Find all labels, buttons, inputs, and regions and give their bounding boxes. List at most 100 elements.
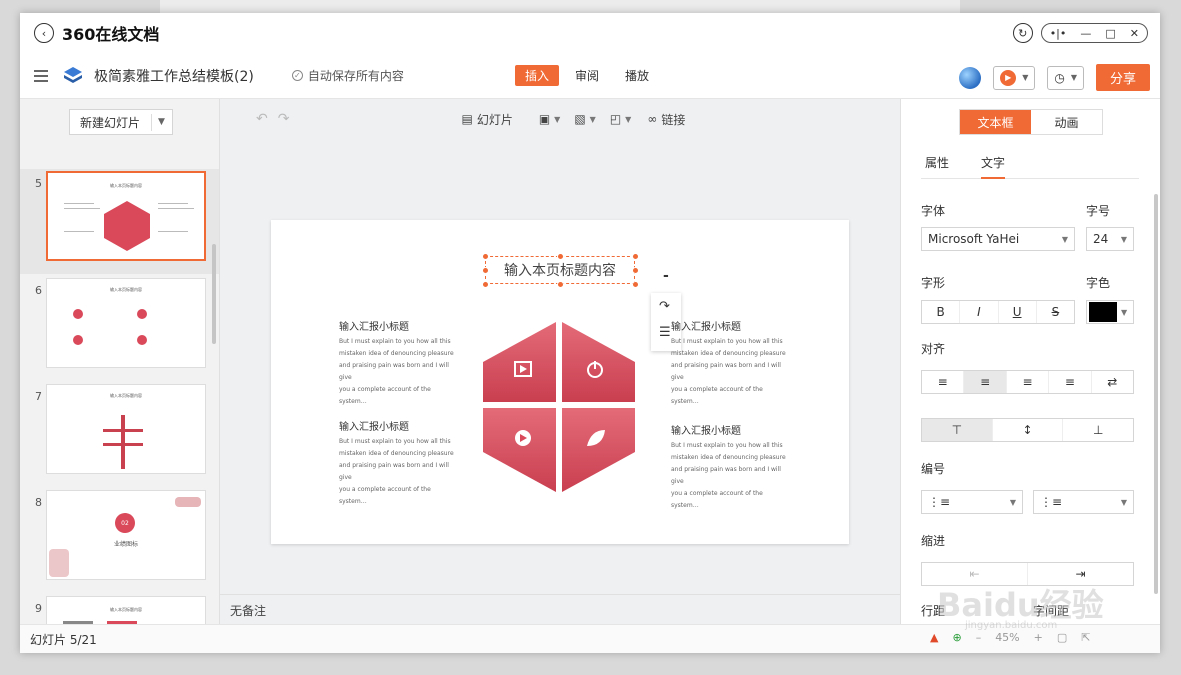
tab-play[interactable]: 播放	[615, 65, 659, 86]
speaker-notes[interactable]: 无备注	[220, 594, 900, 624]
image-tool[interactable]: ▧ ▼	[574, 112, 596, 126]
align-right-icon[interactable]: ≡	[1007, 371, 1050, 393]
color-swatch	[1089, 302, 1117, 322]
slide-thumbnail[interactable]: 输入本页标题内容	[46, 596, 206, 624]
thumbnail-row[interactable]: 8 02 业绩图标	[20, 488, 219, 593]
refresh-icon: ↻	[1018, 26, 1028, 40]
section-body[interactable]: But I must explain to you how all this m…	[671, 440, 791, 512]
refresh-button[interactable]: ↻	[1012, 23, 1033, 43]
thumbnail-row[interactable]: 5 输入本页标题内容	[20, 169, 219, 274]
zoom-in-icon[interactable]: +	[1034, 631, 1043, 644]
tab-insert[interactable]: 插入	[515, 65, 560, 86]
zoom-out-icon[interactable]: –	[976, 631, 982, 644]
slide-canvas[interactable]: 输入本页标题内容 - ↷ ☰ 输入汇报小标题 But I must explai…	[271, 220, 849, 544]
resize-handle[interactable]	[632, 253, 639, 260]
new-slide-button[interactable]: 新建幻灯片 ▼	[69, 109, 173, 135]
document-name[interactable]: 极简素雅工作总结模板(2)	[94, 66, 254, 86]
shape-tool[interactable]: ◰ ▼	[610, 112, 632, 126]
section-body[interactable]: But I must explain to you how all this m…	[671, 336, 791, 408]
tab-properties[interactable]: 属性	[925, 151, 949, 178]
hexagon-graphic[interactable]	[481, 322, 637, 494]
collapse-button[interactable]: -	[663, 268, 669, 284]
history-dropdown[interactable]: ◷ ▼	[1047, 65, 1084, 90]
thumbnail-scrollbar[interactable]	[212, 244, 216, 344]
hex-quadrant[interactable]	[562, 408, 635, 492]
section-heading[interactable]: 输入汇报小标题	[339, 418, 409, 433]
resize-handle[interactable]	[557, 253, 564, 260]
section-heading[interactable]: 输入汇报小标题	[339, 318, 409, 333]
slide-thumbnail[interactable]: 02 业绩图标	[46, 490, 206, 580]
slide-tool-button[interactable]: ▤ 幻灯片	[461, 111, 512, 128]
section-heading[interactable]: 输入汇报小标题	[671, 318, 741, 333]
strikethrough-button[interactable]: S	[1037, 301, 1074, 323]
align-justify-icon[interactable]: ≡	[1049, 371, 1092, 393]
acrobat-icon[interactable]: ▲	[930, 631, 938, 644]
tab-animation[interactable]: 动画	[1031, 110, 1102, 134]
resize-handle[interactable]	[482, 253, 489, 260]
hex-quadrant[interactable]	[562, 322, 635, 402]
tab-text[interactable]: 文字	[981, 151, 1006, 179]
fullscreen-icon[interactable]: ⇱	[1081, 631, 1090, 644]
thumbnail-row[interactable]: 6 输入本页标题内容	[20, 276, 219, 381]
thumbnail-row[interactable]: 9 输入本页标题内容	[20, 594, 219, 624]
share-button[interactable]: 分享	[1095, 64, 1150, 91]
redo-icon[interactable]: ↷	[278, 111, 290, 127]
add-icon[interactable]: ⊕	[952, 631, 961, 644]
layers-icon[interactable]: ☰	[659, 325, 671, 340]
align-bottom-icon[interactable]: ⊥	[1063, 419, 1133, 441]
slide-thumbnail[interactable]: 输入本页标题内容	[46, 171, 206, 261]
align-middle-icon[interactable]: ↕	[993, 419, 1064, 441]
rotate-icon[interactable]: ↷	[659, 299, 670, 314]
close-icon[interactable]: ✕	[1130, 27, 1139, 40]
link-tool-button[interactable]: ∞ 链接	[647, 111, 685, 128]
zoom-value[interactable]: 45%	[995, 631, 1019, 644]
resize-handle[interactable]	[632, 281, 639, 288]
numbered-list-select[interactable]: ⋮≡ ▼	[1033, 490, 1134, 514]
body-line: and praising pain was born and I will gi…	[339, 462, 449, 481]
present-dropdown[interactable]: ▶ ▼	[993, 65, 1036, 90]
chevron-down-icon[interactable]: ▼	[152, 117, 165, 127]
italic-button[interactable]: I	[960, 301, 999, 323]
resize-handle[interactable]	[632, 267, 639, 274]
resize-handle[interactable]	[482, 281, 489, 288]
slide-number: 7	[35, 390, 42, 403]
distribute-icon[interactable]: ⇄	[1092, 371, 1133, 393]
chevron-down-icon: ▼	[554, 114, 561, 124]
menu-icon[interactable]	[34, 67, 48, 85]
align-top-icon[interactable]: ⊤	[922, 419, 993, 441]
thumbnail-row[interactable]: 7 输入本页标题内容	[20, 382, 219, 487]
window-controls: ↻ •|• — □ ✕	[1012, 23, 1148, 43]
hex-quadrant[interactable]	[483, 408, 556, 492]
slide-thumbnail[interactable]: 输入本页标题内容	[46, 384, 206, 474]
maximize-icon[interactable]: □	[1105, 27, 1115, 40]
indent-buttons: ⇤ ⇥	[921, 562, 1134, 586]
align-left-icon[interactable]: ≡	[922, 371, 965, 393]
resize-handle[interactable]	[557, 281, 564, 288]
font-color-picker[interactable]: ▼	[1086, 300, 1134, 324]
indent-icon[interactable]: ⇥	[1028, 563, 1133, 585]
bold-button[interactable]: B	[922, 301, 961, 323]
resize-handle[interactable]	[482, 267, 489, 274]
minimize-icon[interactable]: —	[1080, 27, 1091, 40]
font-size-select[interactable]: 24 ▼	[1086, 227, 1134, 251]
section-heading[interactable]: 输入汇报小标题	[671, 422, 741, 437]
underline-button[interactable]: U	[999, 301, 1037, 323]
avatar[interactable]	[959, 66, 982, 89]
back-button[interactable]: ‹	[34, 23, 54, 43]
slide-thumbnail[interactable]: 输入本页标题内容	[46, 278, 206, 368]
audio-icon[interactable]: •|•	[1050, 27, 1067, 40]
text-box-tool[interactable]: ▣ ▼	[539, 112, 561, 126]
bullet-list-select[interactable]: ⋮≡ ▼	[921, 490, 1023, 514]
tab-review[interactable]: 审阅	[565, 65, 609, 86]
font-family-select[interactable]: Microsoft YaHei ▼	[921, 227, 1075, 251]
panel-scrollbar[interactable]	[1154, 194, 1158, 594]
section-body[interactable]: But I must explain to you how all this m…	[339, 436, 459, 508]
section-body[interactable]: But I must explain to you how all this m…	[339, 336, 459, 408]
outdent-icon[interactable]: ⇤	[922, 563, 1028, 585]
undo-icon[interactable]: ↶	[256, 111, 268, 127]
align-center-icon[interactable]: ≡	[964, 371, 1007, 393]
fit-icon[interactable]: ▢	[1057, 631, 1067, 644]
notes-text: 无备注	[230, 604, 267, 618]
tab-textbox[interactable]: 文本框	[960, 110, 1031, 134]
slide-title-textbox[interactable]: 输入本页标题内容	[485, 256, 635, 284]
